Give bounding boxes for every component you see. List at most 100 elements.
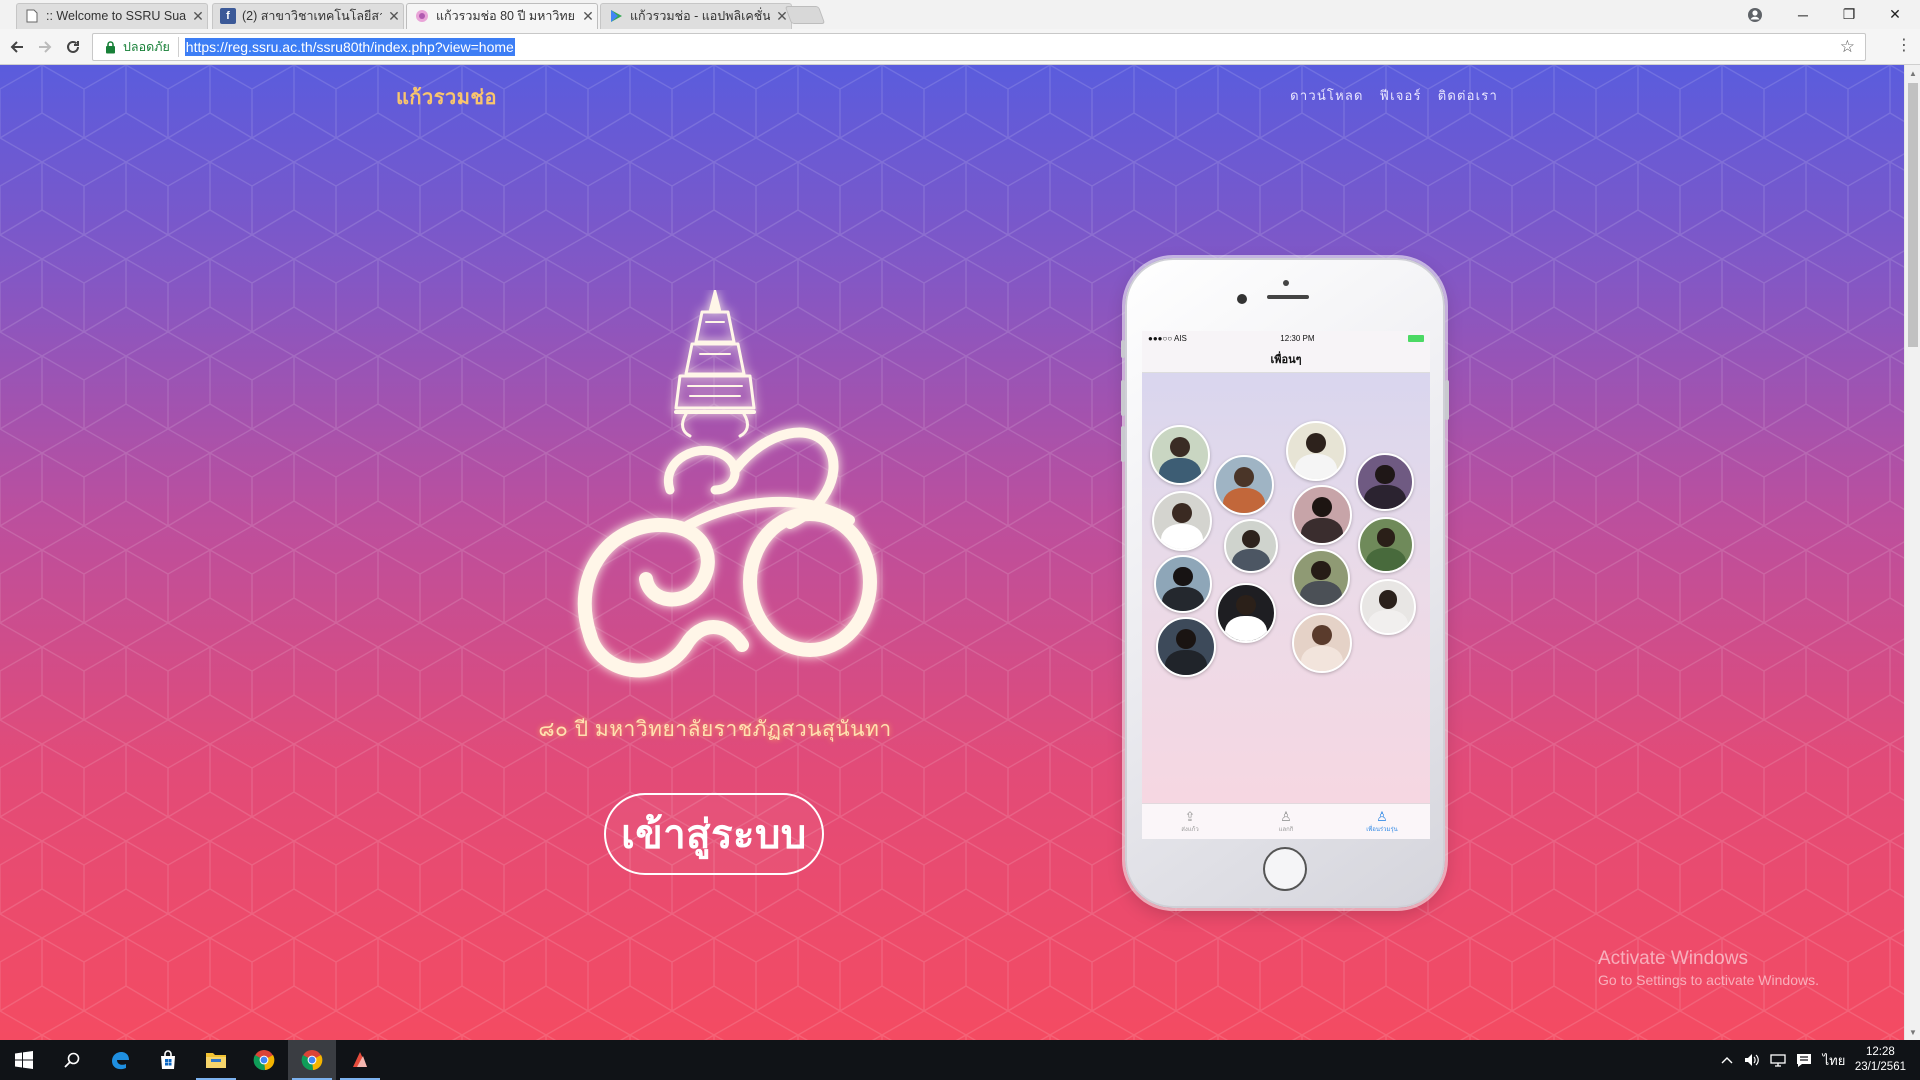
volume-icon[interactable] bbox=[1740, 1040, 1764, 1080]
tab-kaew-ruam-cho-active[interactable]: แก้วรวมช่อ 80 ปี มหาวิทยาลั ✕ bbox=[400, 3, 604, 29]
close-window-button[interactable]: ✕ bbox=[1872, 0, 1918, 29]
tab-title: แก้วรวมช่อ - แอปพลิเคชั่น A bbox=[630, 9, 770, 23]
taskbar-clock[interactable]: 12:28 23/1/2561 bbox=[1855, 1045, 1906, 1075]
reload-icon bbox=[67, 40, 79, 53]
friend-avatar bbox=[1152, 491, 1212, 551]
browser-tab-strip: :: Welcome to SSRU Suan ✕ f (2) สาขาวิชา… bbox=[0, 0, 1920, 29]
friend-avatar bbox=[1156, 617, 1216, 677]
watermark-subtitle: Go to Settings to activate Windows. bbox=[1598, 972, 1819, 988]
phone-tab-send[interactable]: ⇪ ส่งแก้ว bbox=[1142, 804, 1238, 839]
friend-avatar bbox=[1154, 555, 1212, 613]
nav-download[interactable]: ดาวน์โหลด bbox=[1290, 85, 1364, 106]
browser-toolbar: ปลอดภัย https://reg.ssru.ac.th/ssru80th/… bbox=[0, 29, 1920, 65]
close-icon[interactable]: ✕ bbox=[190, 8, 206, 25]
back-button[interactable] bbox=[4, 35, 30, 59]
windows-activation-watermark: Activate Windows Go to Settings to activ… bbox=[1598, 948, 1819, 988]
scrollbar-thumb[interactable] bbox=[1908, 83, 1918, 347]
friend-avatar bbox=[1292, 613, 1352, 673]
scroll-up-icon[interactable]: ▲ bbox=[1905, 65, 1920, 81]
phone-home-button bbox=[1263, 847, 1307, 891]
friends-avatar-cloud bbox=[1142, 373, 1430, 803]
phone-screen: ●●●○○ AIS 12:30 PM เพื่อนๆ ⇪ ส่งแก้ว ♙ แ… bbox=[1142, 331, 1430, 839]
clock-time: 12:28 bbox=[1866, 1046, 1895, 1058]
friend-avatar bbox=[1286, 421, 1346, 481]
tab-title: แก้วรวมช่อ 80 ปี มหาวิทยาลั bbox=[436, 9, 576, 23]
login-button[interactable]: เข้าสู่ระบบ bbox=[604, 793, 824, 875]
action-center-icon[interactable] bbox=[1792, 1040, 1816, 1080]
page-icon bbox=[24, 8, 40, 24]
store-icon[interactable] bbox=[144, 1040, 192, 1080]
address-bar[interactable]: ปลอดภัย https://reg.ssru.ac.th/ssru80th/… bbox=[92, 33, 1866, 61]
phone-sensor bbox=[1283, 280, 1289, 286]
nav-contact[interactable]: ติดต่อเรา bbox=[1438, 85, 1498, 106]
phone-volume-up bbox=[1121, 380, 1125, 416]
scroll-down-icon[interactable]: ▼ bbox=[1905, 1024, 1920, 1040]
phone-tab-friends[interactable]: ♙ เพื่อนร่วมรุ่น bbox=[1334, 804, 1430, 839]
windows-taskbar: ไทย 12:28 23/1/2561 bbox=[0, 1040, 1920, 1080]
phone-camera bbox=[1237, 294, 1247, 304]
facebook-icon: f bbox=[220, 8, 236, 24]
phone-status-bar: ●●●○○ AIS 12:30 PM bbox=[1142, 331, 1430, 345]
anniversary-caption: ๘๐ ปี มหาวิทยาลัยราชภัฏสวนสุนันทา bbox=[538, 718, 892, 741]
friend-avatar bbox=[1292, 549, 1350, 607]
friend-avatar bbox=[1214, 455, 1274, 515]
site-brand[interactable]: แก้วรวมช่อ bbox=[396, 81, 497, 113]
close-icon[interactable]: ✕ bbox=[774, 8, 790, 25]
close-icon[interactable]: ✕ bbox=[386, 8, 402, 25]
battery-icon bbox=[1408, 334, 1424, 343]
phone-mute-switch bbox=[1121, 340, 1125, 358]
tab-ssru-welcome[interactable]: :: Welcome to SSRU Suan ✕ bbox=[10, 3, 214, 29]
friend-avatar bbox=[1150, 425, 1210, 485]
hexagon-pattern-background bbox=[0, 65, 1904, 1040]
minimize-button[interactable]: ─ bbox=[1780, 0, 1826, 29]
start-icon[interactable] bbox=[0, 1040, 48, 1080]
show-hidden-icons-icon[interactable] bbox=[1716, 1040, 1738, 1080]
maximize-button[interactable]: ❐ bbox=[1826, 0, 1872, 29]
bookmark-star-icon[interactable]: ☆ bbox=[1840, 37, 1855, 57]
friend-avatar bbox=[1356, 453, 1414, 511]
phone-tab-label: แลกกิ bbox=[1278, 826, 1294, 833]
phone-screen-title: เพื่อนๆ bbox=[1142, 345, 1430, 373]
reload-button[interactable] bbox=[60, 35, 86, 59]
tab-title: (2) สาขาวิชาเทคโนโลยีสารส bbox=[242, 9, 382, 23]
friend-avatar bbox=[1360, 579, 1416, 635]
ssru-icon bbox=[414, 8, 430, 24]
phone-tab-exchange[interactable]: ♙ แลกกิ bbox=[1238, 804, 1334, 839]
browser-menu-icon[interactable]: ⋮ bbox=[1896, 35, 1912, 55]
phone-power-button bbox=[1445, 380, 1449, 420]
url-text[interactable]: https://reg.ssru.ac.th/ssru80th/index.ph… bbox=[184, 38, 515, 56]
chrome-icon[interactable] bbox=[288, 1040, 336, 1080]
phone-volume-down bbox=[1121, 426, 1125, 462]
nav-features[interactable]: ฟีเจอร์ bbox=[1380, 85, 1422, 106]
secure-label[interactable]: ปลอดภัย bbox=[121, 37, 179, 57]
chrome-icon[interactable] bbox=[240, 1040, 288, 1080]
file-explorer-icon[interactable] bbox=[192, 1040, 240, 1080]
phone-tab-label: ส่งแก้ว bbox=[1181, 826, 1199, 833]
share-icon: ⇪ bbox=[1184, 808, 1196, 824]
new-tab-button[interactable] bbox=[784, 6, 826, 24]
phone-speaker bbox=[1267, 295, 1309, 299]
page-hero: แก้วรวมช่อ ดาวน์โหลด ฟีเจอร์ ติดต่อเรา ๘… bbox=[0, 65, 1904, 1040]
phone-tab-bar: ⇪ ส่งแก้ว ♙ แลกกิ ♙ เพื่อนร่วมรุ่น bbox=[1142, 803, 1430, 839]
search-icon[interactable] bbox=[48, 1040, 96, 1080]
input-language-indicator[interactable]: ไทย bbox=[1818, 1040, 1850, 1080]
tab-title: :: Welcome to SSRU Suan bbox=[46, 9, 186, 23]
user-outline-icon: ♙ bbox=[1280, 808, 1292, 824]
friend-avatar bbox=[1224, 519, 1278, 573]
network-icon[interactable] bbox=[1766, 1040, 1790, 1080]
account-icon[interactable] bbox=[1732, 0, 1778, 29]
carrier-label: ●●●○○ AIS bbox=[1148, 333, 1187, 343]
page-scrollbar[interactable]: ▲ ▼ bbox=[1904, 65, 1920, 1040]
tab-play-store[interactable]: แก้วรวมช่อ - แอปพลิเคชั่น A ✕ bbox=[594, 3, 798, 29]
forward-button[interactable] bbox=[32, 35, 58, 59]
app-icon[interactable] bbox=[336, 1040, 384, 1080]
close-icon[interactable]: ✕ bbox=[580, 8, 596, 25]
tab-facebook[interactable]: f (2) สาขาวิชาเทคโนโลยีสารส ✕ bbox=[206, 3, 410, 29]
watermark-title: Activate Windows bbox=[1598, 948, 1748, 969]
phone-tab-label: เพื่อนร่วมรุ่น bbox=[1366, 826, 1398, 833]
friend-avatar bbox=[1358, 517, 1414, 573]
back-arrow-icon bbox=[10, 41, 23, 53]
friends-icon: ♙ bbox=[1376, 808, 1388, 824]
edge-icon[interactable] bbox=[96, 1040, 144, 1080]
lock-icon[interactable] bbox=[99, 37, 121, 57]
